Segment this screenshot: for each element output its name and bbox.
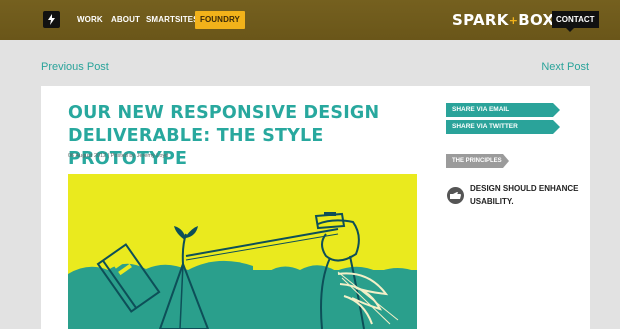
- article-card: OUR NEW RESPONSIVE DESIGN DELIVERABLE: T…: [41, 86, 590, 329]
- nav-work[interactable]: WORK: [77, 11, 103, 29]
- bolt-icon[interactable]: [43, 11, 60, 28]
- previous-post-link[interactable]: Previous Post: [41, 61, 109, 73]
- article-meta: 06 August 2012 | Posted by Jeremy Loyd: [68, 153, 169, 159]
- nav-about[interactable]: ABOUT: [111, 11, 140, 29]
- nav-foundry[interactable]: FOUNDRY: [195, 11, 245, 29]
- logo-text-right: BOX: [518, 11, 555, 29]
- article-title: OUR NEW RESPONSIVE DESIGN DELIVERABLE: T…: [68, 103, 380, 169]
- contact-button[interactable]: CONTACT: [552, 11, 599, 32]
- share-via-twitter-button[interactable]: SHARE VIA TWITTER: [446, 120, 560, 134]
- principle-text: DESIGN SHOULD ENHANCE USABILITY.: [470, 184, 579, 206]
- hand-icon: [447, 187, 464, 204]
- sparkbox-logo[interactable]: SPARK+BOX: [452, 10, 554, 30]
- logo-text-left: SPARK: [452, 11, 509, 29]
- hero-illustration: [68, 174, 417, 329]
- the-principles-tag[interactable]: THE PRINCIPLES: [446, 154, 509, 168]
- top-nav-bar: WORK ABOUT SMARTSITES FOUNDRY SPARK+BOX …: [0, 0, 620, 40]
- nav-smartsites[interactable]: SMARTSITES: [146, 11, 199, 29]
- logo-plus: +: [508, 14, 519, 27]
- next-post-link[interactable]: Next Post: [541, 61, 589, 73]
- share-via-email-button[interactable]: SHARE VIA EMAIL: [446, 103, 560, 117]
